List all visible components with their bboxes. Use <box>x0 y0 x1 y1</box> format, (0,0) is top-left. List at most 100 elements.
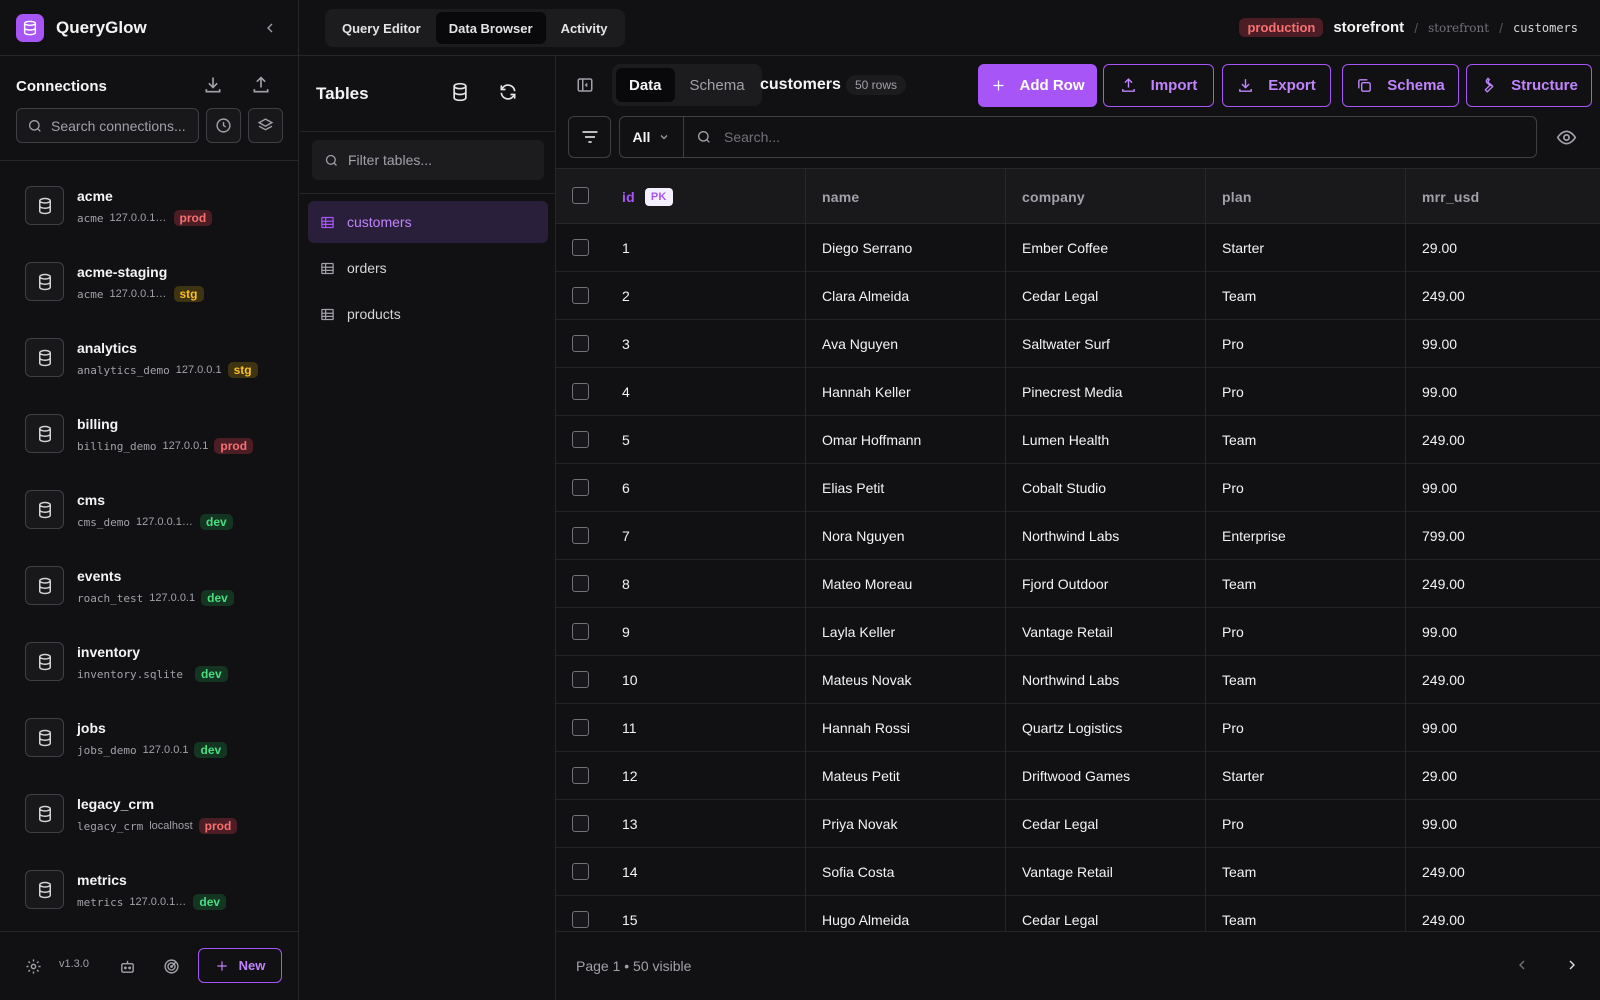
breadcrumb-database[interactable]: storefront <box>1333 19 1404 36</box>
cell-mrr-usd[interactable]: 249.00 <box>1422 848 1465 895</box>
cell-name[interactable]: Hannah Keller <box>822 368 911 415</box>
cell-name[interactable]: Omar Hoffmann <box>822 416 921 463</box>
cell-company[interactable]: Cobalt Studio <box>1022 464 1106 511</box>
settings-button[interactable] <box>25 958 43 976</box>
table-row[interactable]: 5 Omar Hoffmann Lumen Health Team 249.00 <box>556 416 1600 464</box>
row-checkbox[interactable] <box>572 527 589 544</box>
tab-data[interactable]: Data <box>616 68 675 102</box>
cell-id[interactable]: 14 <box>622 848 638 895</box>
cell-company[interactable]: Cedar Legal <box>1022 800 1098 847</box>
cell-id[interactable]: 2 <box>622 272 630 319</box>
cell-plan[interactable]: Team <box>1222 560 1256 607</box>
cell-name[interactable]: Elias Petit <box>822 464 884 511</box>
recent-connections-button[interactable] <box>206 108 241 143</box>
tab-data-browser[interactable]: Data Browser <box>435 12 546 44</box>
row-checkbox[interactable] <box>572 911 589 928</box>
cell-name[interactable]: Mateus Novak <box>822 656 911 703</box>
row-checkbox[interactable] <box>572 479 589 496</box>
cell-plan[interactable]: Team <box>1222 272 1256 319</box>
cell-id[interactable]: 11 <box>622 704 637 751</box>
cell-id[interactable]: 12 <box>622 752 638 799</box>
cell-plan[interactable]: Pro <box>1222 800 1244 847</box>
connection-item[interactable]: metricsmetrics127.0.0.1:5432dev <box>25 870 285 930</box>
cell-id[interactable]: 10 <box>622 656 638 703</box>
cell-id[interactable]: 1 <box>622 224 630 271</box>
cell-name[interactable]: Clara Almeida <box>822 272 909 319</box>
row-checkbox[interactable] <box>572 671 589 688</box>
connection-search-input[interactable] <box>51 117 191 134</box>
next-page-button[interactable] <box>1564 957 1582 975</box>
cell-company[interactable]: Vantage Retail <box>1022 848 1113 895</box>
table-filter-input[interactable] <box>348 152 528 168</box>
row-checkbox[interactable] <box>572 719 589 736</box>
cell-plan[interactable]: Team <box>1222 416 1256 463</box>
tab-query-editor[interactable]: Query Editor <box>329 12 434 44</box>
connection-item[interactable]: cms cms_demo 127.0.0.1:5432 dev <box>25 490 285 550</box>
tab-schema[interactable]: Schema <box>677 68 758 102</box>
cell-name[interactable]: Sofia Costa <box>822 848 894 895</box>
table-row[interactable]: 1 Diego Serrano Ember Coffee Starter 29.00 <box>556 224 1600 272</box>
connection-item[interactable]: events roach_test 127.0.0.1 dev <box>25 566 285 626</box>
cell-name[interactable]: Nora Nguyen <box>822 512 905 559</box>
table-row[interactable]: 14 Sofia Costa Vantage Retail Team 249.00 <box>556 848 1600 896</box>
row-checkbox[interactable] <box>572 815 589 832</box>
connection-item[interactable]: legacy_crm legacy_crm localhost prod <box>25 794 285 854</box>
cell-id[interactable]: 5 <box>622 416 630 463</box>
schema-button[interactable]: Schema <box>1342 64 1459 107</box>
new-connection-button[interactable]: New <box>198 948 282 983</box>
tab-activity[interactable]: Activity <box>548 12 621 44</box>
cell-company[interactable]: Fjord Outdoor <box>1022 560 1108 607</box>
cell-name[interactable]: Hugo Almeida <box>822 896 909 931</box>
table-row[interactable]: 3 Ava Nguyen Saltwater Surf Pro 99.00 <box>556 320 1600 368</box>
cell-company[interactable]: Lumen Health <box>1022 416 1109 463</box>
table-row[interactable]: 2 Clara Almeida Cedar Legal Team 249.00 <box>556 272 1600 320</box>
breadcrumb-schema[interactable]: storefront <box>1428 21 1489 35</box>
assistant-button[interactable] <box>119 958 137 976</box>
table-filter[interactable] <box>312 140 544 180</box>
cell-name[interactable]: Layla Keller <box>822 608 895 655</box>
search-scope-select[interactable]: All <box>620 117 684 157</box>
table-row[interactable]: 13 Priya Novak Cedar Legal Pro 99.00 <box>556 800 1600 848</box>
select-all-checkbox[interactable] <box>572 187 589 204</box>
row-checkbox[interactable] <box>572 863 589 880</box>
cell-name[interactable]: Ava Nguyen <box>822 320 898 367</box>
connection-item[interactable]: jobs jobs_demo 127.0.0.1 dev <box>25 718 285 778</box>
connection-item[interactable]: acme-staging acme 127.0.0.1:5433 stg <box>25 262 285 322</box>
cell-company[interactable]: Cedar Legal <box>1022 896 1098 931</box>
cell-company[interactable]: Saltwater Surf <box>1022 320 1110 367</box>
connection-item[interactable]: analytics analytics_demo 127.0.0.1 stg <box>25 338 285 398</box>
cell-id[interactable]: 8 <box>622 560 630 607</box>
export-connections-button[interactable] <box>251 75 273 97</box>
row-checkbox[interactable] <box>572 431 589 448</box>
cell-plan[interactable]: Pro <box>1222 368 1244 415</box>
table-row[interactable]: 7 Nora Nguyen Northwind Labs Enterprise 799.… <box>556 512 1600 560</box>
table-row[interactable]: 10 Mateus Novak Northwind Labs Team 249.00 <box>556 656 1600 704</box>
previous-page-button[interactable] <box>1514 957 1532 975</box>
cell-plan[interactable]: Enterprise <box>1222 512 1286 559</box>
cell-id[interactable]: 9 <box>622 608 630 655</box>
row-checkbox[interactable] <box>572 239 589 256</box>
cell-name[interactable]: Mateus Petit <box>822 752 900 799</box>
database-info-button[interactable] <box>450 82 472 104</box>
collapse-sidebar-button[interactable] <box>262 20 278 36</box>
cell-id[interactable]: 13 <box>622 800 638 847</box>
toggle-tables-panel-button[interactable] <box>576 76 594 94</box>
cell-name[interactable]: Mateo Moreau <box>822 560 912 607</box>
cell-mrr-usd[interactable]: 99.00 <box>1422 704 1457 751</box>
cell-plan[interactable]: Starter <box>1222 752 1264 799</box>
connection-item[interactable]: billing billing_demo 127.0.0.1 prod <box>25 414 285 474</box>
column-visibility-button[interactable] <box>1556 127 1578 149</box>
cell-plan[interactable]: Pro <box>1222 320 1244 367</box>
cell-plan[interactable]: Pro <box>1222 608 1244 655</box>
connection-search[interactable] <box>16 108 199 143</box>
import-button[interactable]: Import <box>1103 64 1214 107</box>
cell-plan[interactable]: Team <box>1222 848 1256 895</box>
row-search-input[interactable] <box>724 129 1484 145</box>
cell-company[interactable]: Vantage Retail <box>1022 608 1113 655</box>
row-checkbox[interactable] <box>572 575 589 592</box>
row-checkbox[interactable] <box>572 623 589 640</box>
cell-mrr-usd[interactable]: 99.00 <box>1422 464 1457 511</box>
cell-mrr-usd[interactable]: 799.00 <box>1422 512 1465 559</box>
structure-button[interactable]: Structure <box>1466 64 1592 107</box>
cell-mrr-usd[interactable]: 249.00 <box>1422 416 1465 463</box>
